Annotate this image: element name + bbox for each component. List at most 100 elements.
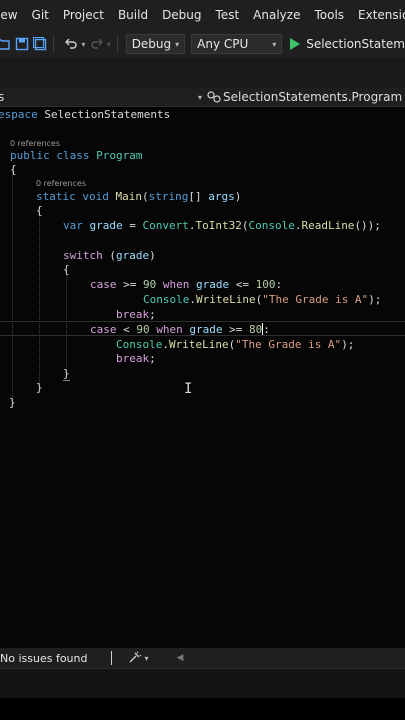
- code-line-close-brace: }: [63, 367, 70, 381]
- code-line-switch: switch (grade): [63, 249, 156, 262]
- toolbar-separator: [53, 36, 55, 52]
- menu-git[interactable]: Git: [32, 8, 49, 22]
- scroll-left-icon[interactable]: ◀: [176, 653, 183, 663]
- platform-value: Any CPU: [197, 37, 249, 51]
- redo-dropdown-icon[interactable]: ▾: [107, 40, 111, 49]
- number-literal: 90: [136, 323, 150, 336]
- grade-variable: grade: [196, 278, 230, 291]
- class-keyword: class: [56, 149, 90, 162]
- menu-project[interactable]: Project: [63, 8, 104, 22]
- open-folder-icon[interactable]: [0, 36, 10, 52]
- switch-keyword: switch: [63, 249, 103, 262]
- mouse-ibeam-cursor: I: [184, 381, 193, 397]
- writeline-method: WriteLine: [195, 293, 256, 306]
- namespace-name: SelectionStatements: [44, 108, 171, 121]
- code-cleanup-icon[interactable]: [128, 651, 142, 666]
- grade-variable: grade: [116, 249, 150, 262]
- class-name: Program: [96, 149, 143, 162]
- platform-select[interactable]: Any CPU ▾: [191, 34, 283, 54]
- undo-dropdown-icon[interactable]: ▾: [81, 40, 85, 49]
- code-line-break-2: break;: [116, 352, 156, 365]
- menu-test[interactable]: Test: [216, 8, 240, 22]
- toolbar: ▾ ▾ Debug ▾ Any CPU ▾ SelectionStatem: [0, 30, 405, 58]
- code-line-close-brace: }: [36, 381, 43, 394]
- code-line-break-1: break;: [116, 308, 156, 321]
- number-literal: 90: [143, 278, 157, 291]
- code-editor[interactable]: espace SelectionStatements 0 references …: [0, 108, 405, 648]
- convert-class: Convert: [142, 219, 189, 232]
- run-target-label: SelectionStatem: [306, 37, 405, 51]
- issues-status[interactable]: No issues found: [0, 652, 87, 665]
- code-line-main: static void Main(string[] args): [36, 190, 242, 203]
- console-class: Console: [143, 293, 190, 306]
- code-line-open-brace: {: [63, 263, 70, 276]
- number-literal: 80: [249, 323, 263, 336]
- console-class: Console: [248, 219, 295, 232]
- string-keyword: string: [148, 190, 189, 203]
- writeline-method: WriteLine: [168, 338, 229, 351]
- configuration-select[interactable]: Debug ▾: [125, 34, 186, 54]
- number-literal: 100: [255, 278, 276, 291]
- chevron-down-icon[interactable]: ▾: [144, 654, 148, 663]
- main-references-codelens[interactable]: 0 references: [36, 179, 86, 188]
- play-icon: [290, 38, 301, 50]
- indent-guide: [12, 172, 13, 408]
- undo-icon[interactable]: [64, 36, 78, 52]
- code-line-case-1: case >= 90 when grade <= 100:: [90, 278, 283, 291]
- chevron-down-icon: ▾: [198, 92, 203, 102]
- class-references-codelens[interactable]: 0 references: [10, 139, 60, 148]
- code-line-namespace: espace SelectionStatements: [0, 108, 170, 121]
- break-keyword: break: [116, 308, 150, 321]
- status-separator: [111, 651, 113, 665]
- string-literal: "The Grade is A": [235, 338, 342, 351]
- public-keyword: public: [10, 149, 50, 162]
- type-dropdown-label: SelectionStatements.Program: [223, 90, 403, 104]
- menu-analyze[interactable]: Analyze: [253, 8, 300, 22]
- indent-guide: [39, 208, 40, 388]
- code-line-writeline-1: Console.WriteLine("The Grade is A");: [143, 293, 382, 306]
- grade-variable: grade: [89, 219, 123, 232]
- when-keyword: when: [162, 278, 190, 291]
- namespace-keyword: espace: [0, 108, 38, 121]
- menu-tools[interactable]: Tools: [314, 8, 344, 22]
- string-literal: "The Grade is A": [262, 293, 369, 306]
- code-line-writeline-2: Console.WriteLine("The Grade is A");: [116, 338, 355, 351]
- menu-view[interactable]: iew: [0, 8, 18, 22]
- type-dropdown[interactable]: ▾ SelectionStatements.Program: [198, 90, 402, 104]
- project-dropdown-label[interactable]: s: [0, 90, 4, 104]
- code-line-open-brace: {: [10, 163, 17, 176]
- menu-bar: iew Git Project Build Debug Test Analyze…: [0, 0, 405, 30]
- code-line-close-brace: }: [9, 396, 16, 409]
- code-line-class: public class Program: [10, 149, 142, 162]
- navigation-bar: s ▾ SelectionStatements.Program: [0, 87, 405, 107]
- var-keyword: var: [63, 219, 83, 232]
- menu-extensions[interactable]: Extensions: [358, 8, 405, 22]
- code-line-case-2: case < 90 when grade >= 80:: [90, 323, 270, 336]
- menu-debug[interactable]: Debug: [162, 8, 201, 22]
- chevron-down-icon: ▾: [272, 39, 277, 49]
- break-keyword: break: [116, 352, 150, 365]
- tab-strip: [0, 58, 405, 87]
- case-keyword: case: [90, 278, 117, 291]
- case-keyword: case: [90, 323, 117, 336]
- class-icon: [207, 91, 221, 103]
- redo-icon[interactable]: [89, 36, 103, 52]
- configuration-value: Debug: [131, 37, 172, 51]
- main-method-name: Main: [115, 190, 143, 203]
- void-keyword: void: [82, 190, 109, 203]
- chevron-down-icon: ▾: [175, 39, 180, 49]
- grade-variable: grade: [189, 323, 223, 336]
- menu-build[interactable]: Build: [118, 8, 148, 22]
- save-icon[interactable]: [14, 36, 28, 52]
- bottom-area: [0, 698, 405, 720]
- output-panel: [0, 668, 405, 698]
- when-keyword: when: [156, 323, 183, 336]
- code-line-var-grade: var grade = Convert.ToInt32(Console.Read…: [63, 219, 381, 232]
- toint32-method: ToInt32: [195, 219, 242, 232]
- readline-method: ReadLine: [301, 219, 355, 232]
- start-debugging-button[interactable]: SelectionStatem: [290, 37, 405, 51]
- console-class: Console: [116, 338, 163, 351]
- save-all-icon[interactable]: [32, 36, 47, 52]
- status-bar: No issues found ▾ ◀: [0, 648, 405, 668]
- toolbar-separator: [116, 36, 118, 52]
